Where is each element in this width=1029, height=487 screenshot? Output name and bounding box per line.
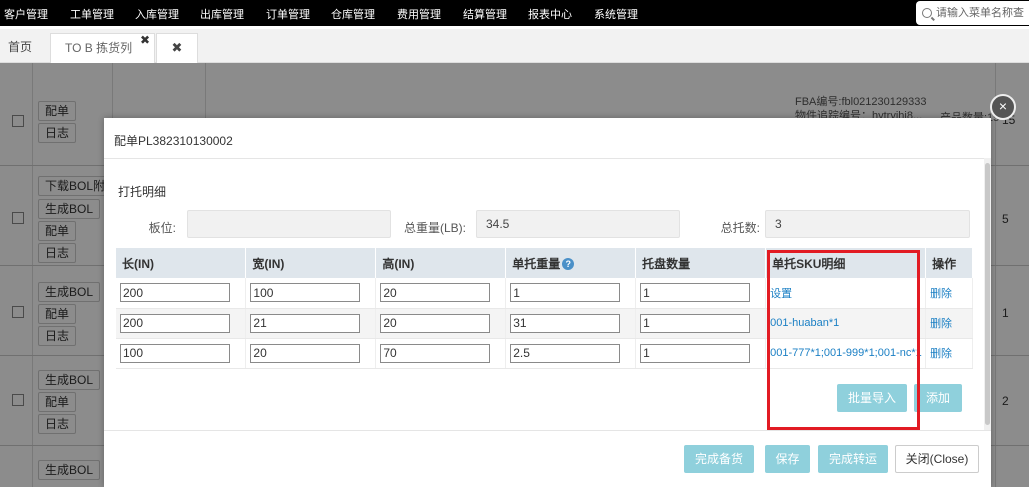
close-all-tabs-button[interactable]: ✖ xyxy=(156,33,198,63)
add-row-button[interactable]: 添加 xyxy=(914,384,962,412)
search-icon xyxy=(922,8,932,18)
col-height: 高(IN) xyxy=(375,248,507,278)
delete-link[interactable]: 删除 xyxy=(930,315,972,331)
nav-settlement[interactable]: 结算管理 xyxy=(463,6,507,22)
top-nav: 客户管理 工单管理 入库管理 出库管理 订单管理 仓库管理 费用管理 结算管理 … xyxy=(0,0,1029,26)
section-title: 打托明细 xyxy=(118,185,167,199)
total-pallets-field: 3 xyxy=(765,210,970,238)
nav-outbound[interactable]: 出库管理 xyxy=(200,6,244,22)
table-row: 设置 删除 xyxy=(116,278,973,309)
total-weight-field: 34.5 xyxy=(476,210,680,238)
table-header-row: 长(IN) 宽(IN) 高(IN) 单托重量? 托盘数量 单托SKU明细 操作 xyxy=(116,248,973,278)
save-button[interactable]: 保存 xyxy=(765,445,810,473)
pallet-table: 长(IN) 宽(IN) 高(IN) 单托重量? 托盘数量 单托SKU明细 操作 … xyxy=(116,248,973,369)
finish-transfer-button[interactable]: 完成转运 xyxy=(818,445,888,473)
table-row: 001-777*1;001-999*1;001-nc*1 删除 xyxy=(116,338,973,369)
divider xyxy=(104,158,991,159)
cell: 001-huaban*1 xyxy=(765,308,927,339)
nav-inbound[interactable]: 入库管理 xyxy=(135,6,179,22)
close-button[interactable]: 关闭(Close) xyxy=(895,445,979,473)
nav-orders[interactable]: 订单管理 xyxy=(266,6,310,22)
col-qty: 托盘数量 xyxy=(635,248,767,278)
menu-search-input[interactable] xyxy=(936,7,1029,19)
cell xyxy=(635,338,767,369)
tab-bar: 首页 TO B 拣货列表 ✖ ✖ xyxy=(0,29,1029,83)
height-input[interactable] xyxy=(380,343,491,363)
help-icon[interactable]: ? xyxy=(562,258,575,271)
qty-input[interactable] xyxy=(640,283,751,303)
delete-link[interactable]: 删除 xyxy=(930,285,972,301)
divider xyxy=(104,430,991,431)
qty-input[interactable] xyxy=(640,313,751,333)
weight-input[interactable] xyxy=(510,343,621,363)
nav-customer[interactable]: 客户管理 xyxy=(4,6,48,22)
table-row: 001-huaban*1 删除 xyxy=(116,308,973,339)
col-actions: 操作 xyxy=(925,248,973,278)
height-input[interactable] xyxy=(380,313,491,333)
total-weight-label: 总重量(LB): xyxy=(403,221,466,235)
cell xyxy=(375,308,507,339)
cell xyxy=(245,308,377,339)
cell: 001-777*1;001-999*1;001-nc*1 xyxy=(765,338,927,369)
scrollbar-thumb[interactable] xyxy=(985,163,990,425)
col-length: 长(IN) xyxy=(116,248,247,278)
tab-home[interactable]: 首页 xyxy=(0,33,40,63)
width-input[interactable] xyxy=(250,283,361,303)
cell xyxy=(635,308,767,339)
cell xyxy=(245,338,377,369)
sku-detail-link[interactable]: 001-huaban*1 xyxy=(770,317,925,329)
nav-warehouse[interactable]: 仓库管理 xyxy=(331,6,375,22)
cell xyxy=(505,308,637,339)
length-input[interactable] xyxy=(120,343,230,363)
cell xyxy=(375,338,507,369)
batch-import-button[interactable]: 批量导入 xyxy=(837,384,907,412)
qty-input[interactable] xyxy=(640,343,751,363)
width-input[interactable] xyxy=(250,313,361,333)
tab-close-icon[interactable]: ✖ xyxy=(140,26,150,54)
tab-tob-picking-list[interactable]: TO B 拣货列表 ✖ xyxy=(50,33,155,83)
height-input[interactable] xyxy=(380,283,491,303)
sku-detail-link[interactable]: 001-777*1;001-999*1;001-nc*1 xyxy=(770,347,925,359)
col-sku-detail: 单托SKU明细 xyxy=(765,248,927,278)
col-weight-label: 单托重量 xyxy=(512,256,561,271)
cell: 删除 xyxy=(925,308,973,339)
peidan-modal: 配单PL382310130002 打托明细 板位: 总重量(LB): 34.5 … xyxy=(104,118,991,487)
width-input[interactable] xyxy=(250,343,361,363)
cell xyxy=(116,278,247,309)
menu-search xyxy=(916,1,1029,25)
cell xyxy=(245,278,377,309)
cell xyxy=(635,278,767,309)
cell xyxy=(375,278,507,309)
cell xyxy=(505,278,637,309)
weight-input[interactable] xyxy=(510,283,621,303)
cell: 设置 xyxy=(765,278,927,309)
pallet-position-label: 板位: xyxy=(148,221,176,235)
length-input[interactable] xyxy=(120,283,230,303)
nav-fees[interactable]: 费用管理 xyxy=(397,6,441,22)
total-pallets-label: 总托数: xyxy=(720,221,760,235)
modal-title: 配单PL382310130002 xyxy=(114,134,233,148)
sku-setting-link[interactable]: 设置 xyxy=(770,285,925,301)
nav-system[interactable]: 系统管理 xyxy=(594,6,638,22)
nav-reports[interactable]: 报表中心 xyxy=(528,6,572,22)
finish-stock-button[interactable]: 完成备货 xyxy=(684,445,754,473)
cell xyxy=(505,338,637,369)
cell xyxy=(116,308,247,339)
delete-link[interactable]: 删除 xyxy=(930,345,972,361)
col-weight: 单托重量? xyxy=(505,248,637,278)
length-input[interactable] xyxy=(120,313,230,333)
col-width: 宽(IN) xyxy=(245,248,377,278)
weight-input[interactable] xyxy=(510,313,621,333)
cell xyxy=(116,338,247,369)
nav-workorder[interactable]: 工单管理 xyxy=(70,6,114,22)
cell: 删除 xyxy=(925,278,973,309)
pallet-position-field xyxy=(187,210,391,238)
cell: 删除 xyxy=(925,338,973,369)
modal-close-icon[interactable]: × xyxy=(990,94,1016,120)
